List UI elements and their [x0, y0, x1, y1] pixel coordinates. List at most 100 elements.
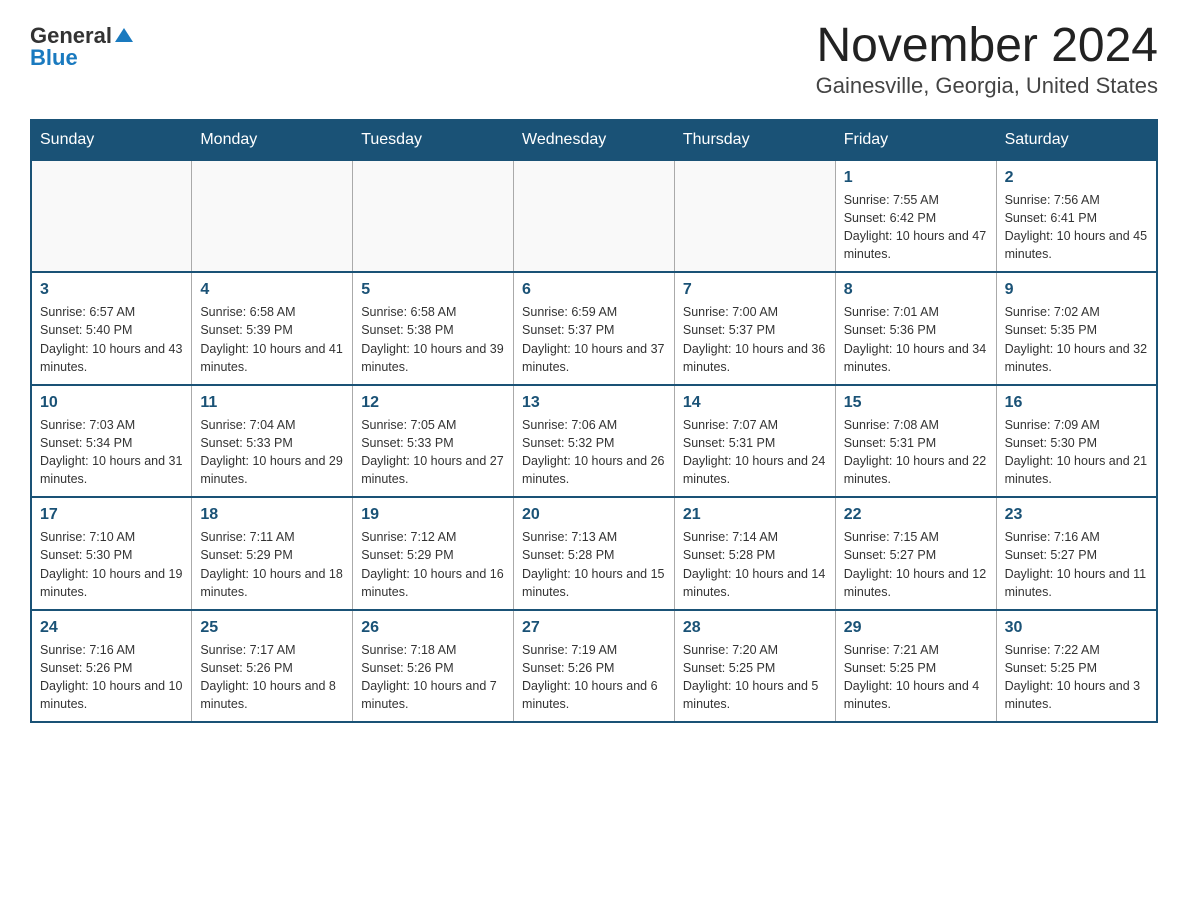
day-info: Sunrise: 7:03 AM Sunset: 5:34 PM Dayligh… [40, 418, 182, 486]
calendar-cell [514, 160, 675, 273]
day-number: 18 [200, 506, 344, 524]
logo-arrow-icon [115, 28, 133, 47]
day-number: 1 [844, 169, 988, 187]
day-info: Sunrise: 7:01 AM Sunset: 5:36 PM Dayligh… [844, 305, 986, 373]
day-info: Sunrise: 7:15 AM Sunset: 5:27 PM Dayligh… [844, 530, 986, 598]
calendar-cell: 16 Sunrise: 7:09 AM Sunset: 5:30 PM Dayli… [996, 385, 1157, 498]
calendar-cell: 2 Sunrise: 7:56 AM Sunset: 6:41 PM Daylig… [996, 160, 1157, 273]
day-number: 27 [522, 619, 666, 637]
day-info: Sunrise: 7:16 AM Sunset: 5:26 PM Dayligh… [40, 643, 182, 711]
calendar-day-header: Sunday [31, 120, 192, 160]
day-info: Sunrise: 7:09 AM Sunset: 5:30 PM Dayligh… [1005, 418, 1147, 486]
day-info: Sunrise: 7:16 AM Sunset: 5:27 PM Dayligh… [1005, 530, 1147, 598]
calendar-cell: 25Sunrise: 7:17 AM Sunset: 5:26 PM Dayli… [192, 610, 353, 723]
calendar-cell [192, 160, 353, 273]
day-number: 3 [40, 281, 183, 299]
logo: General Blue [30, 20, 133, 69]
calendar-week-row: 10 Sunrise: 7:03 AM Sunset: 5:34 PM Dayli… [31, 385, 1157, 498]
calendar-subtitle: Gainesville, Georgia, United States [816, 73, 1158, 99]
day-number: 19 [361, 506, 505, 524]
calendar-cell: 11 Sunrise: 7:04 AM Sunset: 5:33 PM Dayli… [192, 385, 353, 498]
calendar-cell: 18 Sunrise: 7:11 AM Sunset: 5:29 PM Dayli… [192, 497, 353, 610]
day-info: Sunrise: 7:11 AM Sunset: 5:29 PM Dayligh… [200, 530, 342, 598]
day-number: 5 [361, 281, 505, 299]
calendar-cell: 1 Sunrise: 7:55 AM Sunset: 6:42 PM Daylig… [835, 160, 996, 273]
calendar-cell: 6 Sunrise: 6:59 AM Sunset: 5:37 PM Daylig… [514, 272, 675, 385]
calendar-week-row: 1 Sunrise: 7:55 AM Sunset: 6:42 PM Daylig… [31, 160, 1157, 273]
calendar-cell: 3 Sunrise: 6:57 AM Sunset: 5:40 PM Daylig… [31, 272, 192, 385]
day-number: 20 [522, 506, 666, 524]
day-number: 23 [1005, 506, 1148, 524]
day-info: Sunrise: 7:21 AM Sunset: 5:25 PM Dayligh… [844, 643, 980, 711]
day-info: Sunrise: 7:56 AM Sunset: 6:41 PM Dayligh… [1005, 193, 1147, 261]
calendar-cell: 24Sunrise: 7:16 AM Sunset: 5:26 PM Dayli… [31, 610, 192, 723]
day-number: 29 [844, 619, 988, 637]
calendar-cell: 7 Sunrise: 7:00 AM Sunset: 5:37 PM Daylig… [674, 272, 835, 385]
calendar-day-header: Friday [835, 120, 996, 160]
day-number: 11 [200, 394, 344, 412]
day-info: Sunrise: 7:17 AM Sunset: 5:26 PM Dayligh… [200, 643, 336, 711]
calendar-day-header: Saturday [996, 120, 1157, 160]
day-info: Sunrise: 6:59 AM Sunset: 5:37 PM Dayligh… [522, 305, 664, 373]
calendar-cell [31, 160, 192, 273]
day-info: Sunrise: 6:57 AM Sunset: 5:40 PM Dayligh… [40, 305, 182, 373]
calendar-day-header: Monday [192, 120, 353, 160]
day-number: 16 [1005, 394, 1148, 412]
calendar-cell: 14 Sunrise: 7:07 AM Sunset: 5:31 PM Dayli… [674, 385, 835, 498]
day-info: Sunrise: 7:04 AM Sunset: 5:33 PM Dayligh… [200, 418, 342, 486]
day-number: 22 [844, 506, 988, 524]
header: General Blue November 2024 Gainesville, … [30, 20, 1158, 99]
day-number: 13 [522, 394, 666, 412]
day-number: 7 [683, 281, 827, 299]
calendar-cell: 4 Sunrise: 6:58 AM Sunset: 5:39 PM Daylig… [192, 272, 353, 385]
day-number: 8 [844, 281, 988, 299]
calendar-day-header: Thursday [674, 120, 835, 160]
logo-general: General [30, 25, 112, 47]
title-area: November 2024 Gainesville, Georgia, Unit… [816, 20, 1158, 99]
day-number: 30 [1005, 619, 1148, 637]
day-info: Sunrise: 7:22 AM Sunset: 5:25 PM Dayligh… [1005, 643, 1141, 711]
day-number: 9 [1005, 281, 1148, 299]
day-info: Sunrise: 6:58 AM Sunset: 5:38 PM Dayligh… [361, 305, 503, 373]
calendar-cell: 12Sunrise: 7:05 AM Sunset: 5:33 PM Dayli… [353, 385, 514, 498]
calendar-week-row: 24Sunrise: 7:16 AM Sunset: 5:26 PM Dayli… [31, 610, 1157, 723]
day-info: Sunrise: 7:14 AM Sunset: 5:28 PM Dayligh… [683, 530, 825, 598]
day-info: Sunrise: 7:55 AM Sunset: 6:42 PM Dayligh… [844, 193, 986, 261]
day-info: Sunrise: 7:20 AM Sunset: 5:25 PM Dayligh… [683, 643, 819, 711]
calendar-title: November 2024 [816, 20, 1158, 73]
day-number: 4 [200, 281, 344, 299]
day-number: 10 [40, 394, 183, 412]
day-number: 21 [683, 506, 827, 524]
calendar-week-row: 3 Sunrise: 6:57 AM Sunset: 5:40 PM Daylig… [31, 272, 1157, 385]
day-info: Sunrise: 7:00 AM Sunset: 5:37 PM Dayligh… [683, 305, 825, 373]
calendar-cell: 27Sunrise: 7:19 AM Sunset: 5:26 PM Dayli… [514, 610, 675, 723]
calendar-cell: 26Sunrise: 7:18 AM Sunset: 5:26 PM Dayli… [353, 610, 514, 723]
day-number: 14 [683, 394, 827, 412]
calendar-day-header: Wednesday [514, 120, 675, 160]
day-info: Sunrise: 6:58 AM Sunset: 5:39 PM Dayligh… [200, 305, 342, 373]
calendar-cell: 13Sunrise: 7:06 AM Sunset: 5:32 PM Dayli… [514, 385, 675, 498]
day-info: Sunrise: 7:13 AM Sunset: 5:28 PM Dayligh… [522, 530, 664, 598]
calendar-cell: 21 Sunrise: 7:14 AM Sunset: 5:28 PM Dayli… [674, 497, 835, 610]
day-info: Sunrise: 7:12 AM Sunset: 5:29 PM Dayligh… [361, 530, 503, 598]
calendar-cell: 29 Sunrise: 7:21 AM Sunset: 5:25 PM Dayli… [835, 610, 996, 723]
day-info: Sunrise: 7:07 AM Sunset: 5:31 PM Dayligh… [683, 418, 825, 486]
calendar-cell: 20 Sunrise: 7:13 AM Sunset: 5:28 PM Dayli… [514, 497, 675, 610]
day-number: 26 [361, 619, 505, 637]
day-info: Sunrise: 7:02 AM Sunset: 5:35 PM Dayligh… [1005, 305, 1147, 373]
calendar-cell: 8 Sunrise: 7:01 AM Sunset: 5:36 PM Daylig… [835, 272, 996, 385]
calendar-cell: 30 Sunrise: 7:22 AM Sunset: 5:25 PM Dayli… [996, 610, 1157, 723]
day-number: 17 [40, 506, 183, 524]
calendar-week-row: 17Sunrise: 7:10 AM Sunset: 5:30 PM Dayli… [31, 497, 1157, 610]
calendar-cell: 9 Sunrise: 7:02 AM Sunset: 5:35 PM Daylig… [996, 272, 1157, 385]
day-number: 2 [1005, 169, 1148, 187]
day-number: 6 [522, 281, 666, 299]
calendar-header-row: SundayMondayTuesdayWednesdayThursdayFrid… [31, 120, 1157, 160]
calendar-cell: 17Sunrise: 7:10 AM Sunset: 5:30 PM Dayli… [31, 497, 192, 610]
calendar-day-header: Tuesday [353, 120, 514, 160]
calendar-cell: 22 Sunrise: 7:15 AM Sunset: 5:27 PM Dayli… [835, 497, 996, 610]
logo-blue: Blue [30, 47, 78, 69]
calendar-cell: 15Sunrise: 7:08 AM Sunset: 5:31 PM Dayli… [835, 385, 996, 498]
day-info: Sunrise: 7:08 AM Sunset: 5:31 PM Dayligh… [844, 418, 986, 486]
calendar-cell [674, 160, 835, 273]
